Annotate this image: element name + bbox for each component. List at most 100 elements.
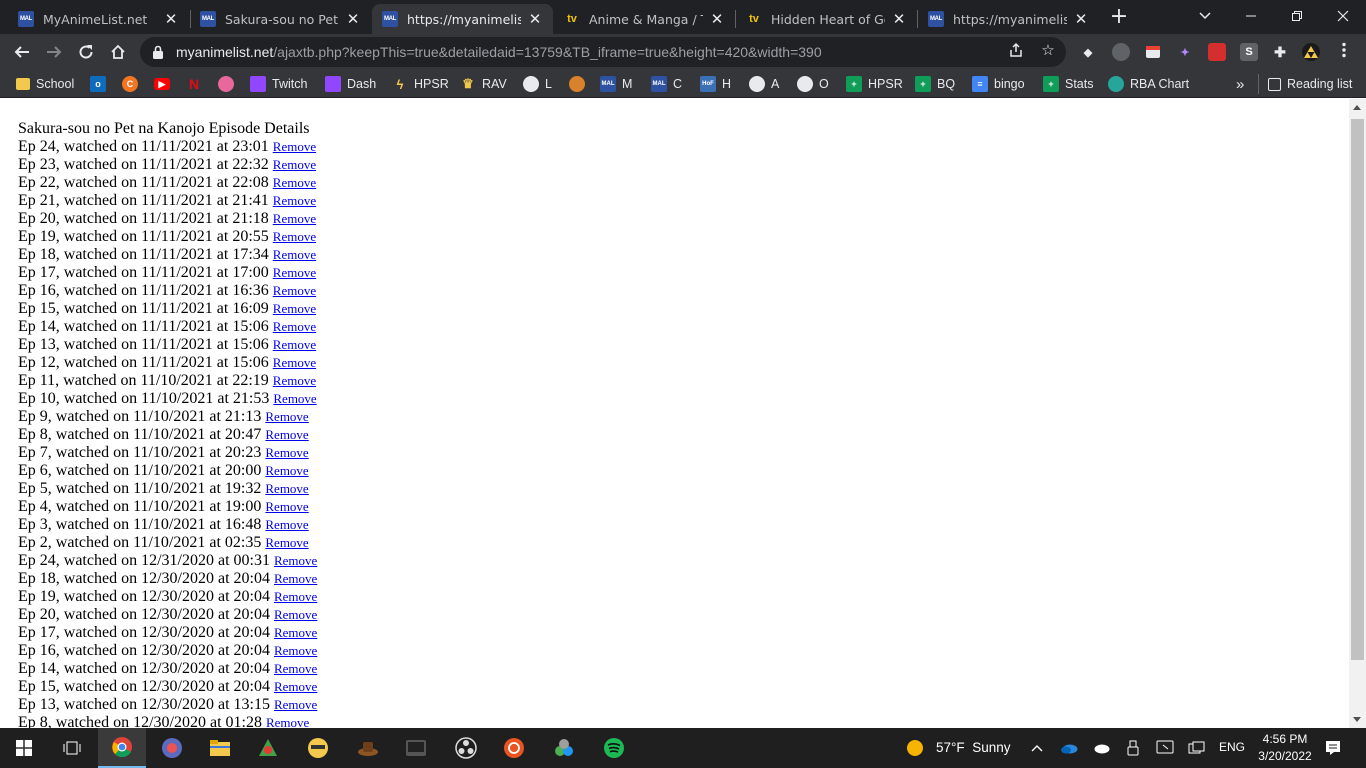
close-icon[interactable]: ✕	[1073, 11, 1089, 27]
remove-link[interactable]: Remove	[273, 283, 316, 298]
extension-circle-icon[interactable]	[1112, 43, 1130, 61]
reload-button[interactable]	[72, 38, 100, 66]
remove-link[interactable]: Remove	[274, 643, 317, 658]
extension-ghost-icon[interactable]: ◆	[1079, 43, 1097, 61]
remove-link[interactable]: Remove	[273, 319, 316, 334]
tab-hidden-heart[interactable]: tv Hidden Heart of Gold ✕	[736, 4, 917, 34]
bookmark-youtube[interactable]: ▶	[154, 74, 176, 94]
language-indicator[interactable]: ENG	[1219, 740, 1245, 754]
tray-chevron-up-icon[interactable]	[1027, 738, 1047, 758]
extension-calendar-icon[interactable]	[1208, 43, 1226, 61]
remove-link[interactable]: Remove	[273, 355, 316, 370]
remove-link[interactable]: Remove	[273, 301, 316, 316]
tab-ajaxtb-2[interactable]: MAL https://myanimelist.net/ajaxtb.php ✕	[918, 4, 1099, 34]
remove-link[interactable]: Remove	[273, 211, 316, 226]
display-icon[interactable]	[1155, 738, 1175, 758]
onedrive-icon[interactable]	[1059, 738, 1079, 758]
close-icon[interactable]: ✕	[345, 11, 361, 27]
remove-link[interactable]: Remove	[274, 553, 317, 568]
remove-link[interactable]: Remove	[273, 229, 316, 244]
extension-window-icon[interactable]	[1144, 43, 1162, 61]
bookmark-character[interactable]	[569, 74, 591, 94]
usb-icon[interactable]	[1123, 738, 1143, 758]
menu-kebab-icon[interactable]	[1334, 40, 1354, 60]
remove-link[interactable]: Remove	[274, 571, 317, 586]
bookmark-hpsr-sheet[interactable]: + HPSR	[846, 74, 903, 94]
remove-link[interactable]: Remove	[265, 409, 308, 424]
clock-time[interactable]: 4:56 PM	[1252, 732, 1318, 746]
tab-ajaxtb-active[interactable]: MAL https://myanimelist.net/ajaxtb.php?k…	[372, 4, 553, 34]
remove-link[interactable]: Remove	[273, 247, 316, 262]
bookmark-a[interactable]: A	[749, 74, 779, 94]
remove-link[interactable]: Remove	[273, 139, 316, 154]
restore-button[interactable]	[1274, 0, 1320, 32]
close-icon[interactable]: ✕	[527, 11, 543, 27]
home-button[interactable]	[104, 38, 132, 66]
notifications-icon[interactable]	[1323, 738, 1343, 758]
bookmark-twitch[interactable]: Twitch	[250, 74, 307, 94]
bookmarks-overflow-button[interactable]: »	[1236, 74, 1244, 94]
bookmark-school[interactable]: School	[16, 74, 74, 94]
tab-myanimelist[interactable]: MAL MyAnimeList.net ✕	[8, 4, 189, 34]
remove-link[interactable]: Remove	[274, 679, 317, 694]
scrollbar[interactable]	[1349, 99, 1366, 728]
remove-link[interactable]: Remove	[265, 445, 308, 460]
window-close-button[interactable]	[1320, 0, 1366, 32]
scrollbar-thumb[interactable]	[1351, 119, 1364, 660]
remove-link[interactable]: Remove	[273, 175, 316, 190]
taskbar-obs[interactable]	[442, 728, 490, 768]
back-button[interactable]	[8, 38, 36, 66]
bookmark-stats[interactable]: + Stats	[1043, 74, 1094, 94]
bookmark-bq[interactable]: + BQ	[915, 74, 955, 94]
close-icon[interactable]: ✕	[163, 11, 179, 27]
remove-link[interactable]: Remove	[265, 481, 308, 496]
bookmark-hpsr[interactable]: ϟ HPSR	[392, 74, 449, 94]
network-icon[interactable]	[1187, 738, 1207, 758]
new-tab-button[interactable]: +	[1105, 6, 1133, 30]
remove-link[interactable]: Remove	[273, 337, 316, 352]
extensions-puzzle-icon[interactable]: ✚	[1271, 43, 1289, 61]
bookmark-netflix[interactable]: N	[186, 74, 208, 94]
taskbar-app-2[interactable]	[148, 728, 196, 768]
taskbar-ubuntu[interactable]	[490, 728, 538, 768]
taskbar-app-6[interactable]	[344, 728, 392, 768]
remove-link[interactable]: Remove	[274, 661, 317, 676]
share-icon[interactable]	[1006, 40, 1026, 60]
remove-link[interactable]: Remove	[273, 193, 316, 208]
taskbar-app-10[interactable]	[540, 728, 588, 768]
profile-avatar[interactable]	[1302, 43, 1320, 61]
taskbar-app-7[interactable]	[392, 728, 440, 768]
remove-link[interactable]: Remove	[273, 373, 316, 388]
tab-search-button[interactable]	[1182, 0, 1228, 32]
bookmark-l[interactable]: L	[523, 74, 552, 94]
remove-link[interactable]: Remove	[266, 715, 309, 728]
bookmark-outlook[interactable]: o	[90, 74, 112, 94]
taskbar-chrome[interactable]	[98, 728, 146, 768]
address-bar[interactable]: myanimelist.net/ajaxtb.php?keepThis=true…	[140, 37, 1066, 67]
extension-purple-icon[interactable]: ✦	[1176, 43, 1194, 61]
remove-link[interactable]: Remove	[273, 157, 316, 172]
taskbar-file-explorer[interactable]	[196, 728, 244, 768]
remove-link[interactable]: Remove	[265, 427, 308, 442]
weather-text[interactable]: 57°F Sunny	[936, 740, 1010, 755]
remove-link[interactable]: Remove	[265, 517, 308, 532]
weather-sun-icon[interactable]	[905, 738, 925, 758]
cloud-icon[interactable]	[1091, 738, 1111, 758]
reading-list-button[interactable]: Reading list	[1268, 74, 1352, 94]
bookmark-dash[interactable]: Dash	[325, 74, 376, 94]
remove-link[interactable]: Remove	[273, 265, 316, 280]
bookmark-crunchyroll[interactable]: C	[122, 74, 144, 94]
close-icon[interactable]: ✕	[891, 11, 907, 27]
bookmark-o[interactable]: O	[797, 74, 829, 94]
scroll-down-icon[interactable]	[1353, 717, 1361, 722]
remove-link[interactable]: Remove	[265, 463, 308, 478]
remove-link[interactable]: Remove	[274, 607, 317, 622]
star-icon[interactable]: ☆	[1038, 40, 1058, 60]
clock-date[interactable]: 3/20/2022	[1252, 749, 1318, 763]
extension-s-icon[interactable]: S	[1240, 43, 1258, 61]
bookmark-m[interactable]: MAL M	[600, 74, 632, 94]
remove-link[interactable]: Remove	[274, 625, 317, 640]
remove-link[interactable]: Remove	[273, 391, 316, 406]
scroll-up-icon[interactable]	[1353, 105, 1361, 110]
tab-sakura-sou[interactable]: MAL Sakura-sou no Pet na Kanojo ✕	[190, 4, 371, 34]
